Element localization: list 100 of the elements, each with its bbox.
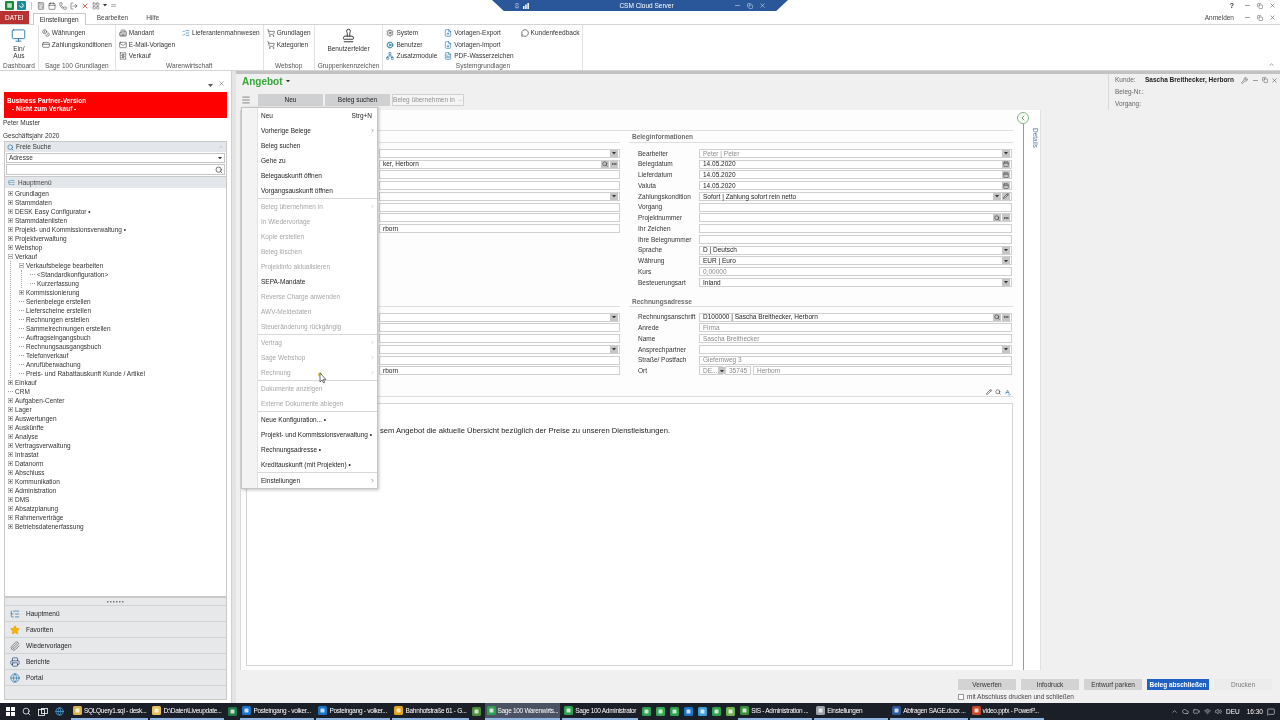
notification-icon[interactable] <box>1267 707 1275 716</box>
dropdown-button[interactable] <box>610 192 618 200</box>
grip-handle-icon[interactable] <box>106 600 125 603</box>
search-button[interactable] <box>601 160 609 168</box>
globe-icon[interactable] <box>54 707 64 716</box>
exit-icon[interactable] <box>70 1 78 10</box>
text-field[interactable] <box>379 181 620 191</box>
text-field[interactable] <box>379 355 620 365</box>
dropdown-button[interactable] <box>1002 246 1010 254</box>
calendar-button[interactable] <box>1002 160 1010 168</box>
plus-box-icon[interactable] <box>8 200 13 205</box>
close-icon[interactable] <box>1269 14 1276 21</box>
pencil-icon[interactable] <box>986 389 992 396</box>
dropdown-button[interactable] <box>610 345 618 353</box>
plus-box-icon[interactable] <box>8 218 13 223</box>
plus-box-icon[interactable] <box>8 479 13 484</box>
minus-box-icon[interactable] <box>19 263 24 268</box>
plus-box-icon[interactable] <box>8 497 13 502</box>
grid-icon[interactable] <box>92 1 100 10</box>
select-field[interactable] <box>699 344 1012 354</box>
plus-box-icon[interactable] <box>8 515 13 520</box>
spellcheck-icon[interactable] <box>1004 388 1011 396</box>
plus-box-icon[interactable] <box>8 416 13 421</box>
app-tile-icon[interactable] <box>683 707 693 716</box>
calendar-button[interactable] <box>1002 171 1010 179</box>
app-tile-icon[interactable] <box>971 706 981 715</box>
close-icon[interactable] <box>218 80 225 87</box>
close-icon[interactable] <box>1271 76 1278 84</box>
restore-icon[interactable] <box>1262 77 1268 83</box>
stacked-windows-icon[interactable] <box>37 707 48 716</box>
app-tile-icon[interactable] <box>318 706 328 715</box>
app-tile-icon[interactable] <box>725 707 735 716</box>
restore-icon[interactable] <box>747 2 753 9</box>
phone-icon[interactable] <box>59 1 67 10</box>
dropdown-button[interactable] <box>610 149 618 157</box>
edit-button[interactable] <box>1002 192 1010 200</box>
lookup-field[interactable] <box>699 213 1012 223</box>
text-field[interactable] <box>379 323 620 333</box>
dropdown-button[interactable] <box>610 313 618 321</box>
plus-box-icon[interactable] <box>8 236 13 241</box>
plus-box-icon[interactable] <box>8 398 13 403</box>
app-tile-icon[interactable] <box>697 707 707 716</box>
text-field[interactable] <box>379 213 620 223</box>
app-tile-icon[interactable] <box>227 707 237 716</box>
checkbox[interactable] <box>958 693 964 700</box>
plus-box-icon[interactable] <box>8 470 13 475</box>
app-tile-icon[interactable] <box>892 706 902 715</box>
restore-icon[interactable] <box>1257 14 1263 21</box>
minimize-icon[interactable] <box>734 2 741 9</box>
app-tile-icon[interactable] <box>564 706 574 715</box>
dropdown-button[interactable] <box>1002 278 1010 286</box>
app-tile-icon[interactable] <box>641 707 651 716</box>
text-field[interactable] <box>379 202 620 212</box>
text-field[interactable] <box>699 202 1012 212</box>
more-button[interactable] <box>610 160 618 168</box>
select-field[interactable] <box>379 191 620 201</box>
speaker-icon[interactable] <box>1215 708 1222 715</box>
search-button[interactable] <box>993 214 1001 222</box>
text-field[interactable] <box>699 224 1012 234</box>
text-field[interactable] <box>379 334 620 344</box>
select-field[interactable] <box>379 148 620 158</box>
app-logo-icon[interactable] <box>5 1 14 10</box>
collapse-button[interactable] <box>1017 112 1029 124</box>
refresh-tile-icon[interactable] <box>17 1 26 10</box>
search-button[interactable] <box>993 313 1001 321</box>
plus-box-icon[interactable] <box>8 380 13 385</box>
text-field[interactable] <box>379 170 620 180</box>
app-tile-icon[interactable] <box>486 706 496 715</box>
dropdown-button[interactable] <box>993 192 1001 200</box>
plus-box-icon[interactable] <box>8 191 13 196</box>
dropdown-button[interactable] <box>1002 345 1010 353</box>
plus-box-icon[interactable] <box>8 434 13 439</box>
select-field[interactable] <box>379 312 620 322</box>
plus-box-icon[interactable] <box>8 461 13 466</box>
app-tile-icon[interactable] <box>394 706 404 715</box>
plus-box-icon[interactable] <box>8 506 13 511</box>
search-field[interactable] <box>6 164 225 175</box>
cross-icon[interactable] <box>81 1 89 10</box>
minus-box-icon[interactable] <box>8 254 13 259</box>
battery-icon[interactable] <box>1193 708 1200 715</box>
plus-box-icon[interactable] <box>8 488 13 493</box>
plus-box-icon[interactable] <box>8 443 13 448</box>
plus-box-icon[interactable] <box>8 452 13 457</box>
wifi-icon[interactable] <box>1204 708 1211 715</box>
chevron-up-icon[interactable] <box>1171 708 1178 715</box>
window-panes-icon[interactable] <box>6 707 16 716</box>
text-field[interactable] <box>699 234 1012 244</box>
plus-box-icon[interactable] <box>8 407 13 412</box>
dropdown-button[interactable] <box>1002 149 1010 157</box>
cloud-icon[interactable] <box>1182 708 1189 715</box>
plus-box-icon[interactable] <box>8 245 13 250</box>
plus-box-icon[interactable] <box>8 524 13 529</box>
app-tile-icon[interactable] <box>655 707 665 716</box>
plus-box-icon[interactable] <box>8 209 13 214</box>
calendar-icon[interactable] <box>48 1 56 10</box>
plus-box-icon[interactable] <box>8 227 13 232</box>
restore-icon[interactable] <box>1257 2 1263 9</box>
dropdown-button[interactable] <box>1002 257 1010 265</box>
app-tile-icon[interactable] <box>152 706 162 715</box>
app-tile-icon[interactable] <box>711 707 721 716</box>
